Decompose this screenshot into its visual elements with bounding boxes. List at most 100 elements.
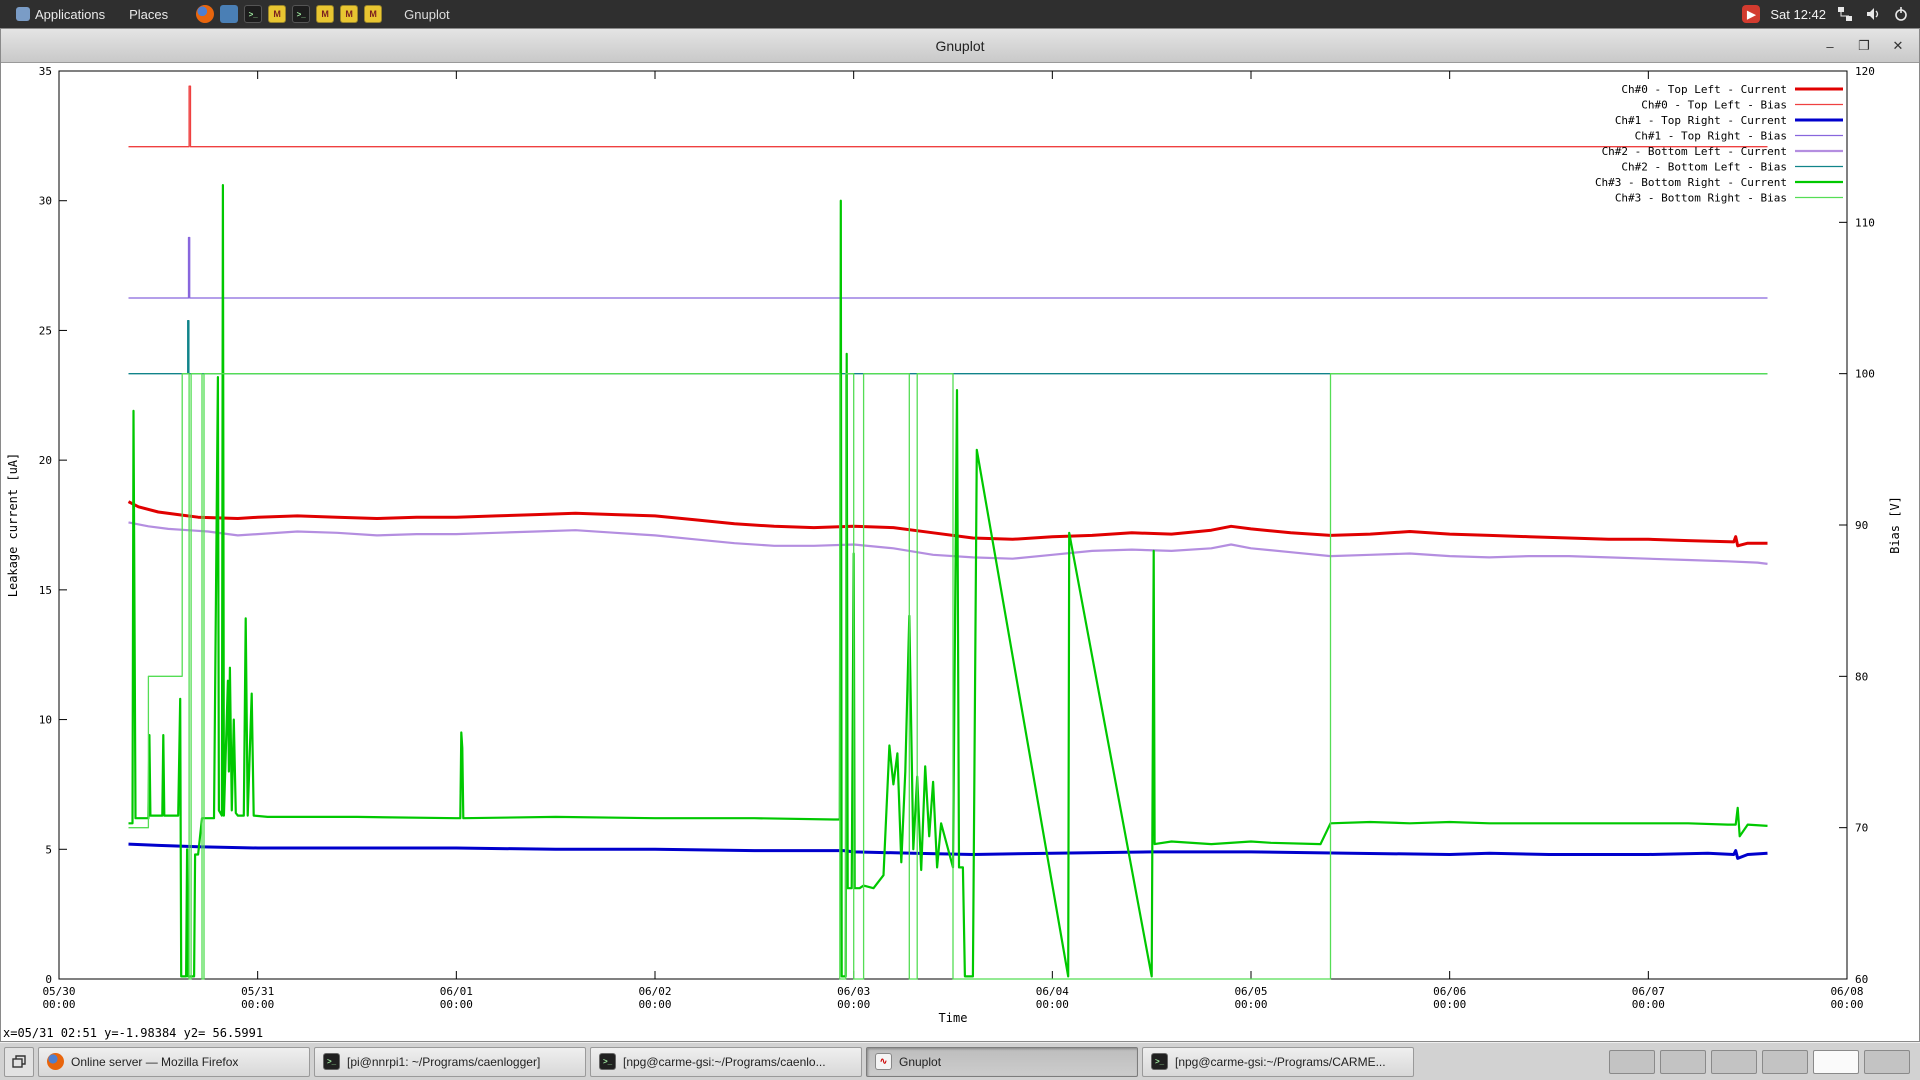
y-left-tick-label: 0 xyxy=(45,973,52,986)
legend-label-2: Ch#1 - Top Right - Current xyxy=(1615,114,1787,127)
panel-left: Applications Places >_M>_MMM Gnuplot xyxy=(0,0,1742,28)
yellow-launcher-icon[interactable]: M xyxy=(340,5,358,23)
taskbar-button-label: [pi@nnrpi1: ~/Programs/caenlogger] xyxy=(347,1055,540,1069)
workspace-cell-1[interactable] xyxy=(1609,1050,1655,1074)
panel-launchers: >_M>_MMM xyxy=(196,5,382,23)
taskbar-button-label: Gnuplot xyxy=(899,1055,941,1069)
plot-canvas: 05/3000:0005/3100:0006/0100:0006/0200:00… xyxy=(1,63,1919,1041)
applications-menu-label: Applications xyxy=(35,7,105,22)
legend-label-5: Ch#2 - Bottom Left - Bias xyxy=(1621,161,1787,174)
notification-icon[interactable]: ▶ xyxy=(1742,5,1760,23)
taskbar-button-3[interactable]: >_[npg@carme-gsi:~/Programs/caenlo... xyxy=(590,1047,862,1077)
x-tick-label-date: 06/05 xyxy=(1234,985,1267,998)
y-left-tick-label: 10 xyxy=(39,714,52,727)
x-tick-label-date: 06/03 xyxy=(837,985,870,998)
y-right-tick-label: 80 xyxy=(1855,670,1868,683)
places-menu-label: Places xyxy=(129,7,168,22)
taskbar: Online server — Mozilla Firefox >_ [pi@nnr… xyxy=(0,1042,1920,1080)
terminal-icon: >_ xyxy=(323,1053,340,1070)
terminal-icon: >_ xyxy=(1151,1053,1168,1070)
y-left-tick-label: 20 xyxy=(39,454,52,467)
x-tick-label-time: 00:00 xyxy=(1234,998,1267,1011)
x-tick-label-time: 00:00 xyxy=(837,998,870,1011)
minimize-button[interactable]: – xyxy=(1815,34,1845,58)
x-tick-label-date: 06/04 xyxy=(1036,985,1069,998)
places-menu[interactable]: Places xyxy=(119,0,178,28)
x-tick-label-time: 00:00 xyxy=(42,998,75,1011)
workspace-cell-3[interactable] xyxy=(1711,1050,1757,1074)
y-right-tick-label: 60 xyxy=(1855,973,1868,986)
show-desktop-button[interactable] xyxy=(4,1047,34,1077)
series-line-4 xyxy=(129,522,1768,564)
applications-icon xyxy=(16,7,30,21)
legend-label-3: Ch#1 - Top Right - Bias xyxy=(1635,130,1787,143)
y-left-tick-label: 30 xyxy=(39,195,52,208)
x-tick-label-time: 00:00 xyxy=(241,998,274,1011)
legend-label-0: Ch#0 - Top Left - Current xyxy=(1621,83,1787,96)
clock[interactable]: Sat 12:42 xyxy=(1770,7,1826,22)
legend-label-7: Ch#3 - Bottom Right - Bias xyxy=(1615,192,1787,205)
y-right-tick-label: 120 xyxy=(1855,65,1875,78)
files-launcher-icon[interactable] xyxy=(220,5,238,23)
terminal-launcher-icon[interactable]: >_ xyxy=(244,5,262,23)
yellow-launcher-icon[interactable]: M xyxy=(364,5,382,23)
gnuplot-plot[interactable]: 05/3000:0005/3100:0006/0100:0006/0200:00… xyxy=(1,63,1920,1023)
firefox-icon xyxy=(47,1053,64,1070)
y-left-tick-label: 25 xyxy=(39,324,52,337)
taskbar-button-2[interactable]: >_ [pi@nnrpi1: ~/Programs/caenlogger] xyxy=(314,1047,586,1077)
workspace-cell-6[interactable] xyxy=(1864,1050,1910,1074)
x-tick-label-time: 00:00 xyxy=(440,998,473,1011)
x-tick-label-date: 06/06 xyxy=(1433,985,1466,998)
legend-label-1: Ch#0 - Top Left - Bias xyxy=(1641,99,1787,112)
applications-menu[interactable]: Applications xyxy=(6,0,115,28)
taskbar-button-4[interactable]: ∿Gnuplot xyxy=(866,1047,1138,1077)
y-right-tick-label: 100 xyxy=(1855,368,1875,381)
series-line-5 xyxy=(129,321,1768,374)
x-tick-label-date: 06/08 xyxy=(1830,985,1863,998)
y-left-axis-title: Leakage current [uA] xyxy=(6,453,20,598)
y-right-tick-label: 70 xyxy=(1855,822,1868,835)
top-panel: Applications Places >_M>_MMM Gnuplot ▶ S… xyxy=(0,0,1920,28)
titlebar[interactable]: Gnuplot – ❐ ✕ xyxy=(1,29,1919,63)
taskbar-button-1[interactable]: Online server — Mozilla Firefox xyxy=(38,1047,310,1077)
window-controls: – ❐ ✕ xyxy=(1815,29,1913,63)
window-title: Gnuplot xyxy=(1,38,1919,54)
x-axis-title: Time xyxy=(939,1011,968,1023)
close-button[interactable]: ✕ xyxy=(1883,34,1913,58)
workspace-cell-5[interactable] xyxy=(1813,1050,1859,1074)
volume-icon[interactable] xyxy=(1864,5,1882,23)
x-tick-label-date: 06/01 xyxy=(440,985,473,998)
y-left-tick-label: 35 xyxy=(39,65,52,78)
power-icon[interactable] xyxy=(1892,5,1910,23)
gnuplot-window: Gnuplot – ❐ ✕ 05/3000:0005/3100:0006/010… xyxy=(0,28,1920,1042)
taskbar-button-5[interactable]: >_[npg@carme-gsi:~/Programs/CARME... xyxy=(1142,1047,1414,1077)
y-left-tick-label: 15 xyxy=(39,584,52,597)
active-window-label: Gnuplot xyxy=(404,7,450,22)
task-button-list: Online server — Mozilla Firefox >_ [pi@nnr… xyxy=(38,1047,1605,1077)
taskbar-button-label: [npg@carme-gsi:~/Programs/caenlo... xyxy=(623,1055,826,1069)
yellow-launcher-icon[interactable]: M xyxy=(268,5,286,23)
series-line-6 xyxy=(129,185,1768,976)
x-tick-label-date: 06/02 xyxy=(638,985,671,998)
y-left-tick-label: 5 xyxy=(45,843,52,856)
x-tick-label-date: 05/30 xyxy=(42,985,75,998)
yellow-launcher-icon[interactable]: M xyxy=(316,5,334,23)
x-tick-label-date: 06/07 xyxy=(1632,985,1665,998)
x-tick-label-time: 00:00 xyxy=(1036,998,1069,1011)
y-right-axis-title: Bias [V] xyxy=(1888,496,1902,554)
x-tick-label-time: 00:00 xyxy=(1830,998,1863,1011)
terminal-launcher-icon[interactable]: >_ xyxy=(292,5,310,23)
desktop: Applications Places >_M>_MMM Gnuplot ▶ S… xyxy=(0,0,1920,1080)
firefox-launcher-icon[interactable] xyxy=(196,5,214,23)
workspace-cell-2[interactable] xyxy=(1660,1050,1706,1074)
workspace-pager xyxy=(1609,1050,1916,1074)
maximize-button[interactable]: ❐ xyxy=(1849,34,1879,58)
workspace-cell-4[interactable] xyxy=(1762,1050,1808,1074)
x-tick-label-time: 00:00 xyxy=(638,998,671,1011)
cursor-readout: x=05/31 02:51 y=-1.98384 y2= 56.5991 xyxy=(3,1026,263,1040)
x-tick-label-time: 00:00 xyxy=(1632,998,1665,1011)
y-right-tick-label: 90 xyxy=(1855,519,1868,532)
series-line-0 xyxy=(129,502,1768,546)
network-icon[interactable] xyxy=(1836,5,1854,23)
legend-label-6: Ch#3 - Bottom Right - Current xyxy=(1595,176,1787,189)
